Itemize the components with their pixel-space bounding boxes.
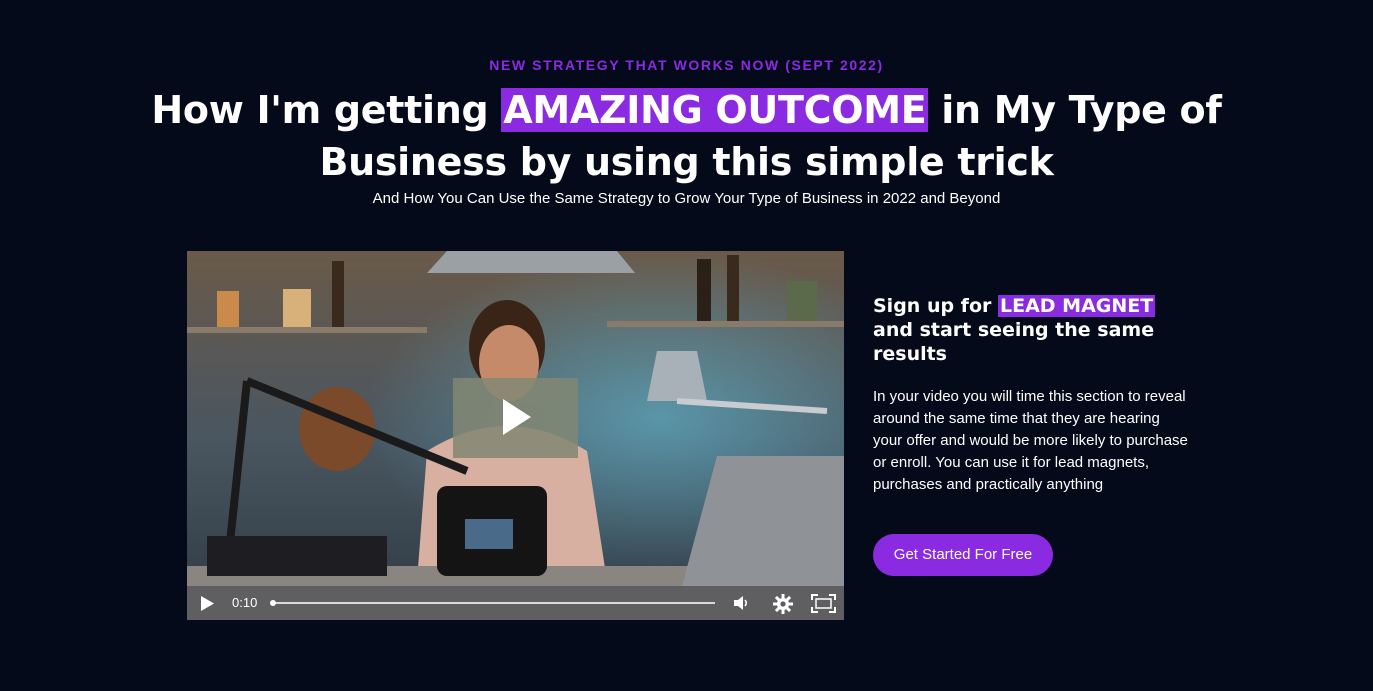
volume-icon[interactable] bbox=[734, 595, 752, 611]
video-progress-bar[interactable] bbox=[270, 600, 715, 606]
page-headline: How I'm getting AMAZING OUTCOME in My Ty… bbox=[110, 84, 1263, 188]
video-current-time: 0:10 bbox=[232, 595, 258, 610]
offer-panel: Sign up for LEAD MAGNET and start seeing… bbox=[873, 294, 1193, 496]
video-controls-bar: 0:10 bbox=[187, 586, 844, 620]
offer-title-part-2: and start seeing the same results bbox=[873, 319, 1155, 365]
big-play-button[interactable] bbox=[453, 378, 578, 458]
settings-gear-icon[interactable] bbox=[773, 594, 793, 614]
subheadline: And How You Can Use the Same Strategy to… bbox=[372, 190, 1001, 207]
offer-description: In your video you will time this section… bbox=[873, 388, 1188, 493]
headline-highlight: AMAZING OUTCOME bbox=[501, 88, 929, 132]
landing-page: NEW STRATEGY THAT WORKS NOW (SEPT 2022) … bbox=[0, 0, 1373, 691]
progress-knob[interactable] bbox=[270, 600, 276, 606]
get-started-button[interactable]: Get Started For Free bbox=[873, 534, 1053, 576]
offer-title-part-1: Sign up for bbox=[873, 295, 998, 317]
offer-title-highlight: LEAD MAGNET bbox=[997, 295, 1156, 317]
fullscreen-icon[interactable] bbox=[811, 594, 836, 613]
headline-part-1: How I'm getting bbox=[151, 88, 502, 132]
eyebrow-text: NEW STRATEGY THAT WORKS NOW (SEPT 2022) bbox=[489, 57, 884, 73]
play-icon[interactable] bbox=[201, 596, 214, 611]
offer-title: Sign up for LEAD MAGNET and start seeing… bbox=[873, 294, 1193, 366]
video-player[interactable]: 0:10 bbox=[187, 251, 844, 620]
play-icon bbox=[503, 399, 531, 435]
